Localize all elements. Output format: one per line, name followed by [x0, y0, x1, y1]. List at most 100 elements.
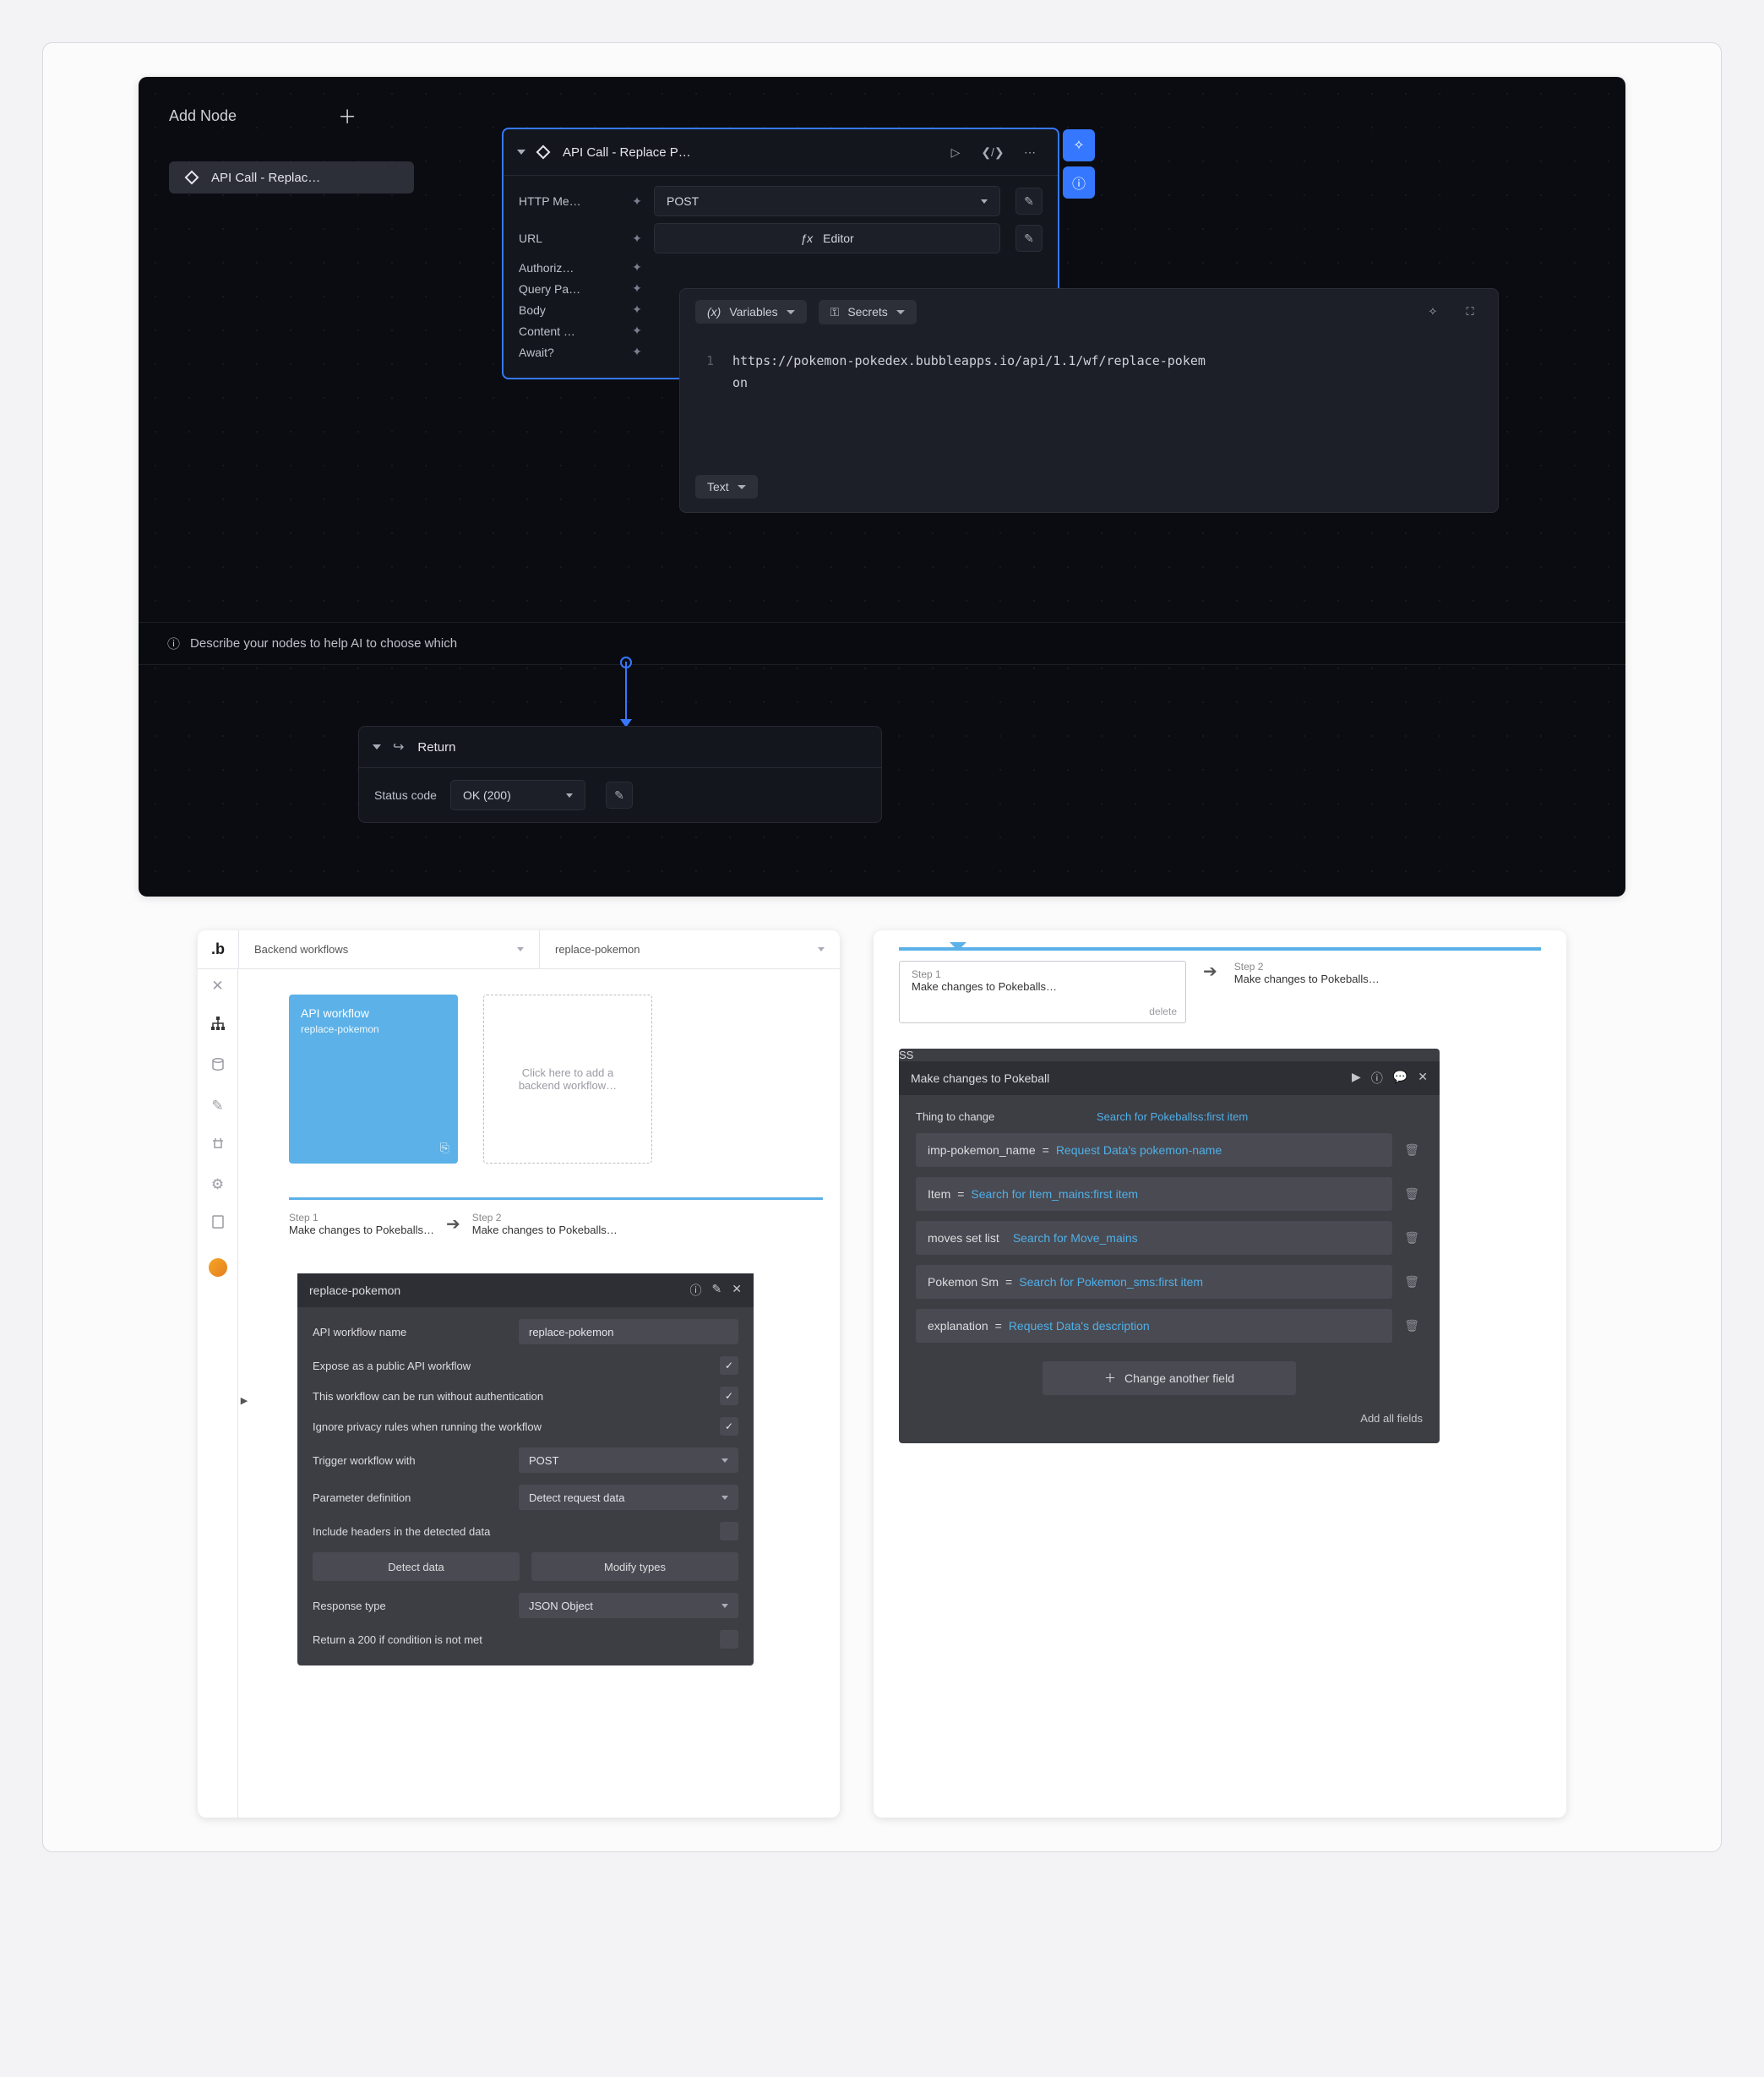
bubble-logo-icon[interactable]: .b	[198, 940, 238, 958]
return200-checkbox[interactable]	[720, 1630, 738, 1649]
workflow-tile-title: API workflow	[301, 1006, 446, 1020]
param-def-select[interactable]: Detect request data	[519, 1485, 738, 1510]
delete-link[interactable]: delete	[1149, 1006, 1177, 1017]
edit-icon[interactable]: ✎	[1015, 188, 1043, 215]
trash-icon[interactable]: 🗑	[1404, 1187, 1419, 1202]
sidebar-settings-icon[interactable]: ⚙	[211, 1176, 224, 1193]
step-card-selected[interactable]: Step 1 Make changes to Pokeballs… delete	[899, 961, 1186, 1023]
field-row[interactable]: moves set list Search for Move_mains	[916, 1221, 1392, 1255]
field-op: =	[1005, 1275, 1012, 1289]
trash-icon[interactable]: 🗑	[1404, 1143, 1419, 1158]
include-headers-checkbox[interactable]	[720, 1522, 738, 1540]
info-icon[interactable]: ⓘ	[1063, 166, 1095, 199]
response-type-select[interactable]: JSON Object	[519, 1593, 738, 1618]
node-title: API Call - Replace P…	[563, 145, 931, 160]
line-number: 1	[699, 351, 714, 394]
http-method-select[interactable]: POST	[654, 186, 1000, 216]
field-value[interactable]: Request Data's pokemon-name	[1056, 1143, 1222, 1157]
step-title: Make changes to Pokeballs…	[912, 980, 1173, 993]
field-label: Content …	[519, 324, 620, 338]
add-node-plus-icon[interactable]: ＋	[338, 102, 357, 129]
ignore-checkbox[interactable]: ✓	[720, 1417, 738, 1436]
trash-icon[interactable]: 🗑	[1404, 1275, 1419, 1289]
url-editor-label: Editor	[823, 232, 854, 245]
step-card[interactable]: Step 2 Make changes to Pokeballs…	[472, 1212, 618, 1236]
trash-icon[interactable]: 🗑	[1404, 1319, 1419, 1333]
step-notch-icon	[950, 942, 966, 951]
ai-sparkle-icon[interactable]: ✦	[629, 260, 645, 275]
magic-wand-icon[interactable]: ✧	[1420, 299, 1446, 324]
magic-wand-icon[interactable]: ✧	[1063, 129, 1095, 161]
sidebar-plugins-icon[interactable]	[211, 1137, 225, 1154]
field-row[interactable]: explanation = Request Data's description	[916, 1309, 1392, 1343]
variables-chip[interactable]: (x) Variables	[695, 300, 807, 324]
field-value[interactable]: Search for Item_mains:first item	[971, 1187, 1138, 1201]
page-select[interactable]: Backend workflows	[238, 930, 539, 968]
mode-select[interactable]: Text	[695, 475, 758, 499]
fullscreen-icon[interactable]: ⛶	[1457, 299, 1483, 324]
code-icon[interactable]: ❮/❯	[980, 139, 1005, 165]
workflow-select[interactable]: replace-pokemon	[539, 930, 840, 968]
field-value[interactable]: Search for Move_mains	[1013, 1231, 1138, 1245]
field-row[interactable]: Item = Search for Item_mains:first item	[916, 1177, 1392, 1211]
trigger-select[interactable]: POST	[519, 1447, 738, 1473]
url-editor-button[interactable]: ƒx Editor	[654, 223, 1000, 253]
noauth-checkbox[interactable]: ✓	[720, 1387, 738, 1405]
field-label: API workflow name	[313, 1326, 507, 1338]
trash-icon[interactable]: 🗑	[1404, 1231, 1419, 1246]
comment-icon[interactable]: 💬	[1393, 1070, 1407, 1087]
thing-value[interactable]: Search for Pokeballss:first item	[1097, 1110, 1248, 1123]
field-row[interactable]: imp-pokemon_name = Request Data's pokemo…	[916, 1133, 1392, 1167]
bubble-canvas[interactable]: API workflow replace-pokemon ⎘ Click her…	[238, 969, 840, 1818]
node-list-item[interactable]: API Call - Replac…	[169, 161, 414, 194]
ai-sparkle-icon[interactable]: ✦	[629, 194, 645, 209]
step-card[interactable]: Step 2 Make changes to Pokeballs…	[1234, 961, 1380, 985]
bubble-step-canvas[interactable]: Step 1 Make changes to Pokeballs… delete…	[874, 930, 1566, 1818]
avatar[interactable]	[209, 1258, 227, 1277]
workflow-tile[interactable]: API workflow replace-pokemon ⎘	[289, 995, 458, 1164]
modify-types-button[interactable]: Modify types	[531, 1552, 738, 1581]
play-icon[interactable]: ▷	[943, 139, 968, 165]
ai-sparkle-icon[interactable]: ✦	[629, 324, 645, 338]
step-divider	[899, 947, 1541, 951]
sidebar-design-icon[interactable]: ✕	[211, 978, 223, 995]
detect-data-button[interactable]: Detect data	[313, 1552, 520, 1581]
expand-chevron-icon[interactable]: ▶	[238, 1387, 250, 1413]
add-all-fields-link[interactable]: Add all fields	[916, 1412, 1423, 1425]
close-icon[interactable]: ✕	[732, 1282, 742, 1299]
collapse-icon[interactable]	[373, 744, 381, 750]
info-icon[interactable]: ⓘ	[690, 1282, 702, 1299]
copy-icon[interactable]: ⎘	[440, 1141, 449, 1155]
status-code-select[interactable]: OK (200)	[450, 780, 585, 810]
field-value[interactable]: Request Data's description	[1009, 1319, 1150, 1333]
close-icon[interactable]: ✕	[1418, 1070, 1428, 1087]
ai-sparkle-icon[interactable]: ✦	[629, 232, 645, 246]
sidebar-styles-icon[interactable]: ✎	[211, 1098, 223, 1115]
comment-icon[interactable]: ✎	[712, 1282, 722, 1299]
chevron-down-icon	[981, 199, 988, 204]
node-dock: ✧ ⓘ	[1063, 129, 1095, 199]
ai-sparkle-icon[interactable]: ✦	[629, 303, 645, 317]
field-value[interactable]: Search for Pokemon_sms:first item	[1019, 1275, 1203, 1289]
info-icon[interactable]: ⓘ	[1371, 1070, 1383, 1087]
step-card[interactable]: Step 1 Make changes to Pokeballs…	[289, 1212, 434, 1236]
play-icon[interactable]: ▶	[1352, 1070, 1361, 1087]
change-another-field-button[interactable]: ＋ Change another field	[1043, 1361, 1296, 1395]
ai-sparkle-icon[interactable]: ✦	[629, 281, 645, 296]
secrets-chip[interactable]: ⚿ Secrets	[819, 300, 917, 324]
ai-sparkle-icon[interactable]: ✦	[629, 345, 645, 359]
expose-checkbox[interactable]: ✓	[720, 1356, 738, 1375]
field-row[interactable]: Pokemon Sm = Search for Pokemon_sms:firs…	[916, 1265, 1392, 1299]
code-textarea[interactable]: 1 https://pokemon-pokedex.bubbleapps.io/…	[680, 335, 1498, 512]
workflow-name-input[interactable]: replace-pokemon	[519, 1319, 738, 1344]
secrets-label: Secrets	[847, 305, 887, 319]
add-workflow-tile[interactable]: Click here to add a backend workflow…	[483, 995, 652, 1164]
sidebar-logs-icon[interactable]	[212, 1215, 224, 1233]
sidebar-data-icon[interactable]	[211, 1058, 225, 1076]
more-icon[interactable]: ⋯	[1017, 139, 1043, 165]
edit-icon[interactable]: ✎	[1015, 225, 1043, 252]
sidebar-workflow-icon[interactable]	[210, 1017, 226, 1036]
collapse-icon[interactable]	[517, 150, 525, 155]
edit-icon[interactable]: ✎	[606, 782, 633, 809]
wized-canvas[interactable]: Add Node ＋ API Call - Replac… API Call -…	[139, 77, 1625, 897]
